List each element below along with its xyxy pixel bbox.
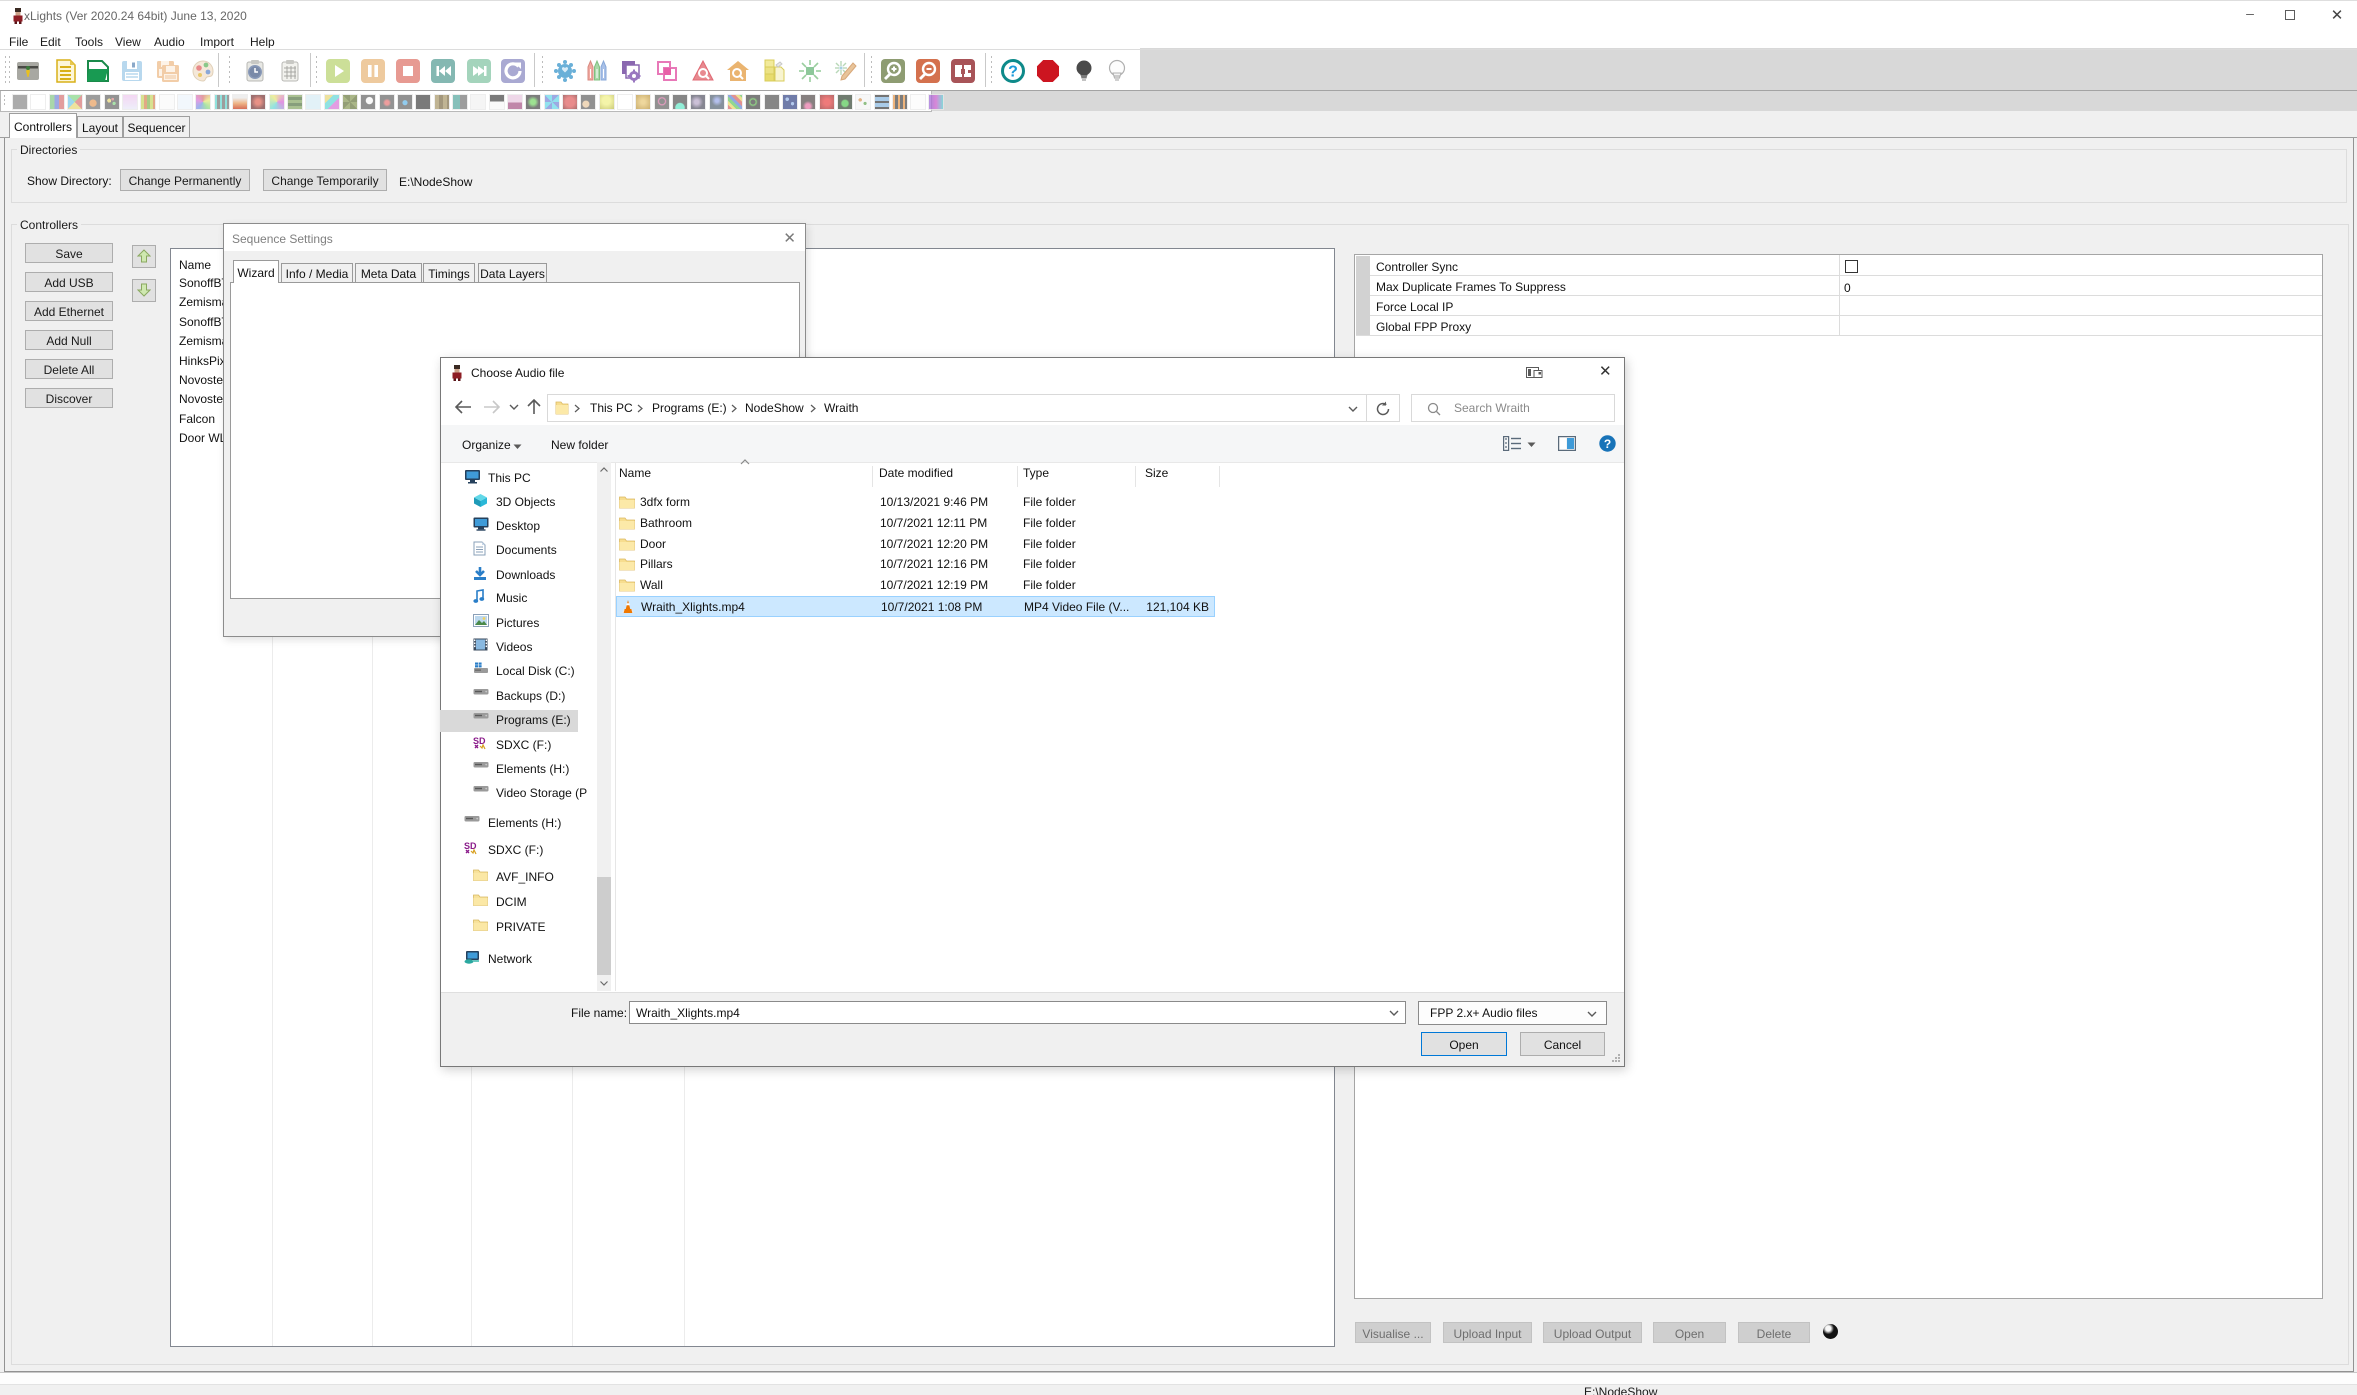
svg-text:SD: SD: [464, 841, 477, 851]
svg-text:SD: SD: [473, 736, 486, 746]
svg-text:?: ?: [1604, 437, 1611, 451]
svg-text:?: ?: [1008, 64, 1018, 81]
